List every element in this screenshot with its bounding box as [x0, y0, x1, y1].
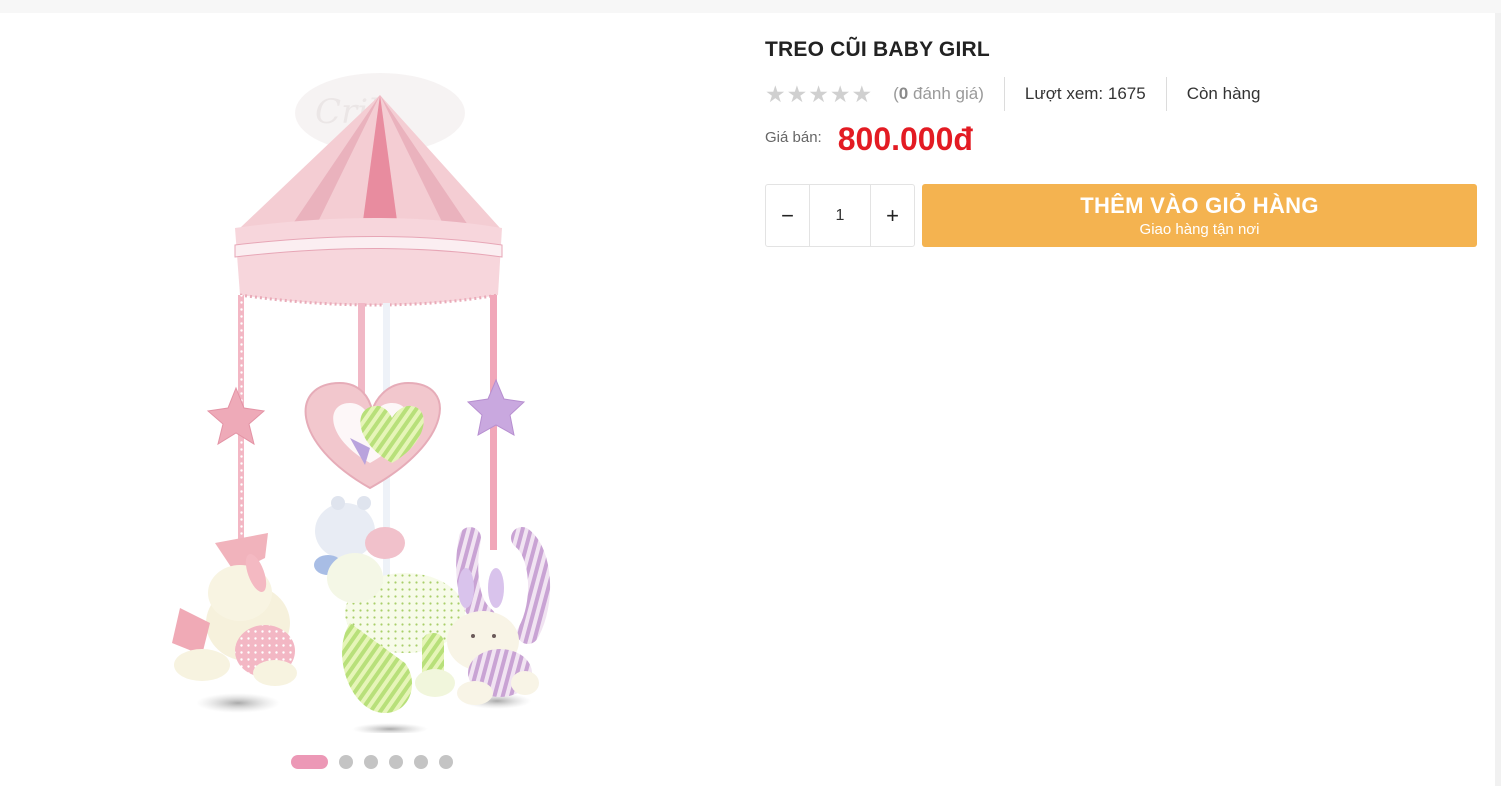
star-icon: ★ [829, 80, 851, 107]
product-image-crib-mobile[interactable]: Crib [140, 33, 610, 733]
add-to-cart-sublabel: Giao hàng tận nơi [1139, 221, 1260, 238]
gallery-dot[interactable] [389, 755, 403, 769]
quantity-decrease-button[interactable]: − [766, 185, 809, 246]
price-row: Giá bán: 800.000đ [765, 121, 973, 158]
star-icon: ★ [786, 80, 808, 107]
gallery-dot[interactable] [364, 755, 378, 769]
rating-stars[interactable]: ★ ★ ★ ★ ★ [765, 80, 873, 107]
view-count: Lượt xem: 1675 [1024, 84, 1146, 103]
scrollbar-track[interactable] [1495, 13, 1501, 786]
star-icon: ★ [765, 80, 786, 107]
product-price: 800.000đ [837, 121, 973, 157]
divider [1003, 77, 1005, 111]
price-label: Giá bán: [765, 129, 822, 146]
quantity-stepper: − + [765, 184, 915, 247]
star-icon: ★ [808, 80, 829, 107]
product-meta: ★ ★ ★ ★ ★ (0 đánh giá) Lượt xem: 1675 Còn hà… [765, 77, 1477, 111]
gallery-pagination [291, 755, 453, 769]
add-to-cart-label: THÊM VÀO GIỎ HÀNG [1080, 193, 1319, 218]
gallery-dot[interactable] [414, 755, 428, 769]
top-bar [0, 0, 1501, 13]
star-icon: ★ [851, 80, 873, 107]
product-gallery: Crib [0, 13, 740, 786]
gallery-dot[interactable] [339, 755, 353, 769]
divider [1165, 77, 1167, 111]
product-title: TREO CŨI BABY GIRL [765, 38, 990, 61]
quantity-increase-button[interactable]: + [871, 185, 914, 246]
review-count[interactable]: (0 đánh giá) [893, 84, 984, 104]
add-to-cart-button[interactable]: THÊM VÀO GIỎ HÀNG Giao hàng tận nơi [922, 184, 1477, 247]
quantity-input[interactable] [809, 185, 871, 246]
stock-status: Còn hàng [1186, 84, 1261, 103]
gallery-dot[interactable] [291, 755, 328, 769]
gallery-dot[interactable] [439, 755, 453, 769]
